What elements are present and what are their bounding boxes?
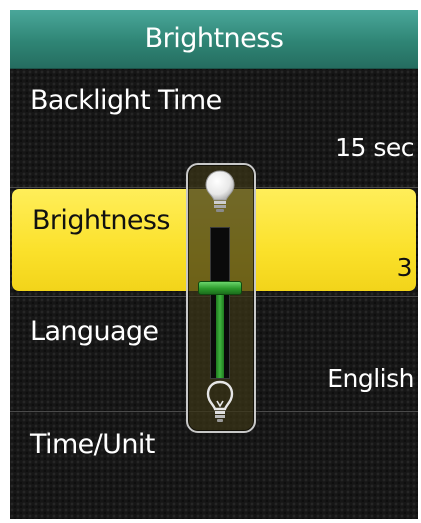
menu-item-value: 3 — [396, 253, 413, 282]
page-title: Brightness — [10, 10, 418, 69]
menu-item-label: Backlight Time — [30, 85, 222, 116]
menu-item-label: Brightness — [32, 205, 170, 236]
device-screen: Brightness Backlight Time 15 sec Brightn… — [10, 10, 418, 519]
brightness-slider-popup[interactable] — [186, 163, 256, 433]
menu-item-label: Time/Unit — [30, 429, 155, 460]
menu-item-backlight-time[interactable]: Backlight Time 15 sec — [10, 69, 418, 171]
menu-item-value: English — [327, 364, 414, 393]
slider-fill — [216, 288, 224, 378]
bulb-off-icon — [206, 380, 234, 422]
bulb-on-icon — [205, 170, 235, 212]
slider-track[interactable] — [210, 227, 230, 379]
menu-item-label: Language — [30, 316, 159, 347]
slider-knob[interactable] — [198, 281, 242, 295]
menu-item-value: 15 sec — [335, 133, 414, 162]
